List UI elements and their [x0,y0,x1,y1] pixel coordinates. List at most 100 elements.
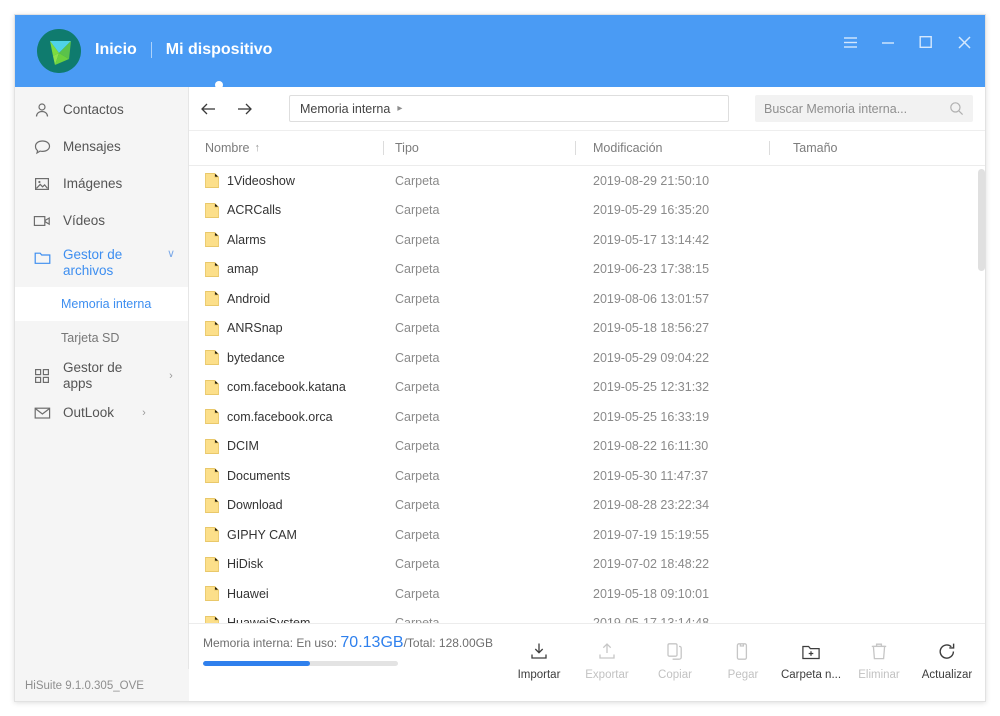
action-label: Eliminar [858,668,900,681]
folder-icon-glyph [205,173,219,189]
table-row[interactable]: Download Carpeta 2019-08-28 23:22:34 [189,491,985,521]
menu-icon-glyph [843,36,857,48]
folder-icon-glyph [205,261,219,277]
action-label: Exportar [585,668,629,681]
image-icon-glyph [35,177,50,190]
new-folder-icon [801,642,821,662]
sidebar-item-videos[interactable]: Vídeos [15,202,188,239]
file-name: Android [227,291,271,306]
app-logo [37,29,81,73]
sidebar: Contactos Mensajes Imágenes Vídeos Gesto… [15,87,189,701]
file-modified: 2019-05-29 16:35:20 [593,203,710,218]
chevron-down-icon[interactable]: ∨ [164,247,178,260]
chevron-right-icon[interactable]: › [137,407,151,419]
file-type: Carpeta [395,527,440,542]
sidebar-subitem-tarjeta-sd[interactable]: Tarjeta SD [15,321,188,355]
sidebar-item-gestor-de-archivos[interactable]: Gestor de archivos ∨ [15,239,188,287]
title-bar: Inicio Mi dispositivo [15,15,985,89]
back-button[interactable] [197,98,219,120]
export-icon [597,642,617,662]
column-header-size[interactable]: Tamaño [793,141,837,155]
storage-text: Memoria interna: En uso: 70.13GB/Total: … [203,634,523,652]
folder-icon [205,438,219,454]
table-row[interactable]: com.facebook.orca Carpeta 2019-05-25 16:33… [189,402,985,432]
file-list-scrollbar[interactable] [978,166,985,623]
file-modified: 2019-05-18 09:10:01 [593,586,710,601]
paste-icon [733,642,753,662]
column-divider[interactable] [769,141,770,155]
file-modified: 2019-05-17 13:14:48 [593,616,709,623]
table-row[interactable]: HuaweiSystem Carpeta 2019-05-17 13:14:48 [189,609,985,623]
search-icon[interactable] [949,101,964,116]
close-icon-glyph [957,35,971,49]
nav-my-device[interactable]: Mi dispositivo [166,41,273,59]
table-row[interactable]: Alarms Carpeta 2019-05-17 13:14:42 [189,225,985,255]
action-importar-button[interactable]: Importar [505,632,573,690]
file-name: ACRCalls [227,203,282,218]
brand-nav: Inicio Mi dispositivo [95,37,272,63]
app-version-status: HiSuite 9.1.0.305_OVE [15,669,189,701]
sidebar-subitem-memoria-interna[interactable]: Memoria interna [15,287,188,321]
folder-icon [205,261,219,277]
message-icon-glyph [34,139,50,154]
chevron-right-icon[interactable]: › [164,370,178,382]
action-carpeta-n-button[interactable]: Carpeta n... [777,632,845,690]
maximize-icon[interactable] [913,29,939,55]
folder-icon-glyph [205,291,219,307]
action-actualizar-button[interactable]: Actualizar [913,632,981,690]
table-row[interactable]: GIPHY CAM Carpeta 2019-07-19 15:19:55 [189,520,985,550]
table-row[interactable]: 1Videoshow Carpeta 2019-08-29 21:50:10 [189,166,985,196]
arrow-right-icon [237,103,252,115]
sidebar-item-gestor-de-apps[interactable]: Gestor de apps › [15,357,188,394]
refresh-icon [937,642,957,662]
file-type: Carpeta [395,203,440,218]
table-row[interactable]: ACRCalls Carpeta 2019-05-29 16:35:20 [189,196,985,226]
sidebar-item-imagenes[interactable]: Imágenes [15,165,188,202]
file-modified: 2019-08-28 23:22:34 [593,498,710,513]
minimize-icon[interactable] [875,29,901,55]
action-label: Carpeta n... [780,668,842,681]
forward-button[interactable] [233,98,255,120]
action-exportar-button: Exportar [573,632,641,690]
search-input[interactable] [764,101,949,116]
breadcrumb-bar[interactable]: Memoria interna ▸ [289,95,729,122]
search-box[interactable] [755,95,973,122]
table-row[interactable]: bytedance Carpeta 2019-05-29 09:04:22 [189,343,985,373]
nav-home[interactable]: Inicio [95,41,137,59]
table-row[interactable]: com.facebook.katana Carpeta 2019-05-25 12:… [189,373,985,403]
trash-icon [869,642,889,662]
arrow-left-icon [200,103,215,115]
file-modified: 2019-05-25 16:33:19 [593,409,710,424]
message-icon [33,138,51,156]
column-header-modified[interactable]: Modificación [593,141,662,155]
file-modified: 2019-08-22 16:11:30 [593,439,709,454]
column-divider[interactable] [575,141,576,155]
breadcrumb-segment[interactable]: Memoria interna [300,102,390,116]
scrollbar-thumb[interactable] [978,169,985,271]
import-icon [529,642,549,662]
action-pegar-button: Pegar [709,632,777,690]
sidebar-item-label: Contactos [63,101,124,117]
column-header-type[interactable]: Tipo [395,141,419,155]
column-divider[interactable] [383,141,384,155]
table-row[interactable]: Android Carpeta 2019-08-06 13:01:57 [189,284,985,314]
table-row[interactable]: Huawei Carpeta 2019-05-18 09:10:01 [189,579,985,609]
close-icon[interactable] [951,29,977,55]
sidebar-item-outlook[interactable]: OutLook › [15,394,188,431]
sidebar-item-mensajes[interactable]: Mensajes [15,128,188,165]
table-row[interactable]: ANRSnap Carpeta 2019-05-18 18:56:27 [189,314,985,344]
file-list[interactable]: 1Videoshow Carpeta 2019-08-29 21:50:10 ACRC… [189,166,985,623]
table-row[interactable]: HiDisk Carpeta 2019-07-02 18:48:22 [189,550,985,580]
file-type: Carpeta [395,409,440,424]
file-type: Carpeta [395,262,440,277]
table-row[interactable]: amap Carpeta 2019-06-23 17:38:15 [189,255,985,285]
apps-icon [33,367,51,385]
folder-icon [205,202,219,218]
table-row[interactable]: DCIM Carpeta 2019-08-22 16:11:30 [189,432,985,462]
table-row[interactable]: Documents Carpeta 2019-05-30 11:47:37 [189,461,985,491]
column-header-name[interactable]: Nombre ↑ [205,141,260,155]
menu-icon[interactable] [837,29,863,55]
sidebar-item-contactos[interactable]: Contactos [15,91,188,128]
copy-icon [665,642,685,662]
file-modified: 2019-05-25 12:31:32 [593,380,710,395]
